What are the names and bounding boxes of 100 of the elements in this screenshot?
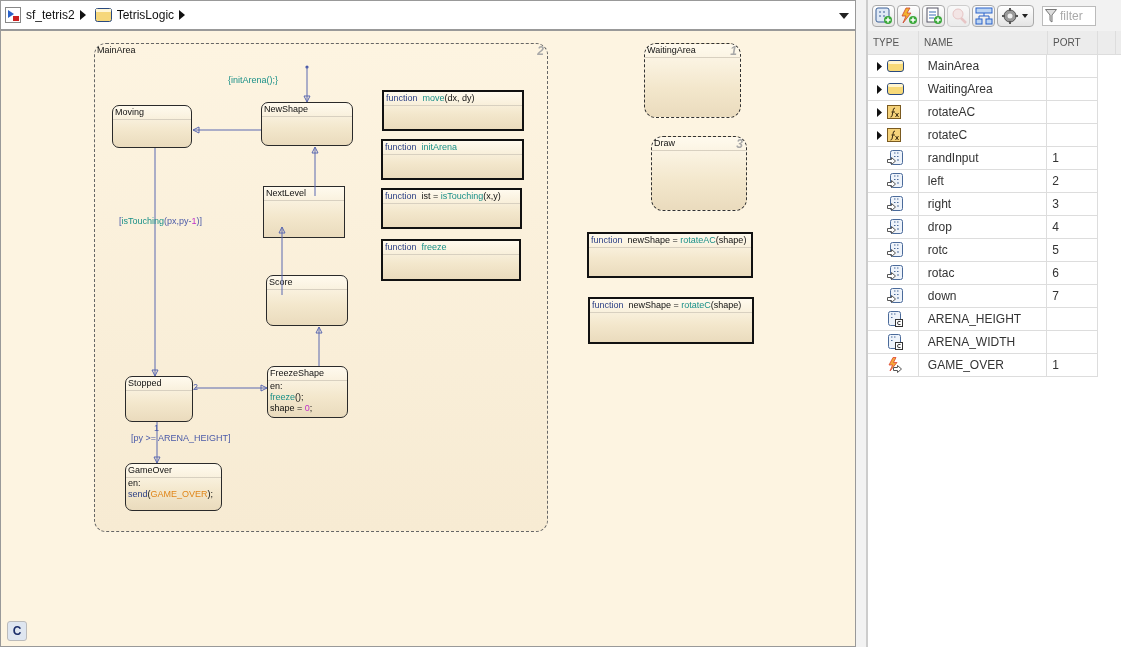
chart-icon [94,7,112,23]
zoom-icon [949,6,968,25]
constant-data-icon [887,311,903,327]
state-name: GameOver [128,465,172,475]
symbol-row[interactable]: MainArea [868,55,1098,78]
transition-arrow [192,126,262,134]
symbol-name: MainArea [927,59,980,73]
breadcrumb-link[interactable]: TetrisLogic [116,8,175,22]
symbol-row[interactable]: drop 4 [868,216,1098,239]
input-data-icon [887,242,903,258]
state-name: WaitingArea [647,45,696,55]
state-icon [887,83,904,95]
state-name: NextLevel [266,188,307,198]
function-icon [887,128,901,142]
symbol-row[interactable]: GAME_OVER 1 [868,354,1098,377]
chart-badge-button[interactable]: C [7,621,27,641]
symbol-row[interactable]: down 7 [868,285,1098,308]
symbol-name: left [927,174,944,188]
input-data-icon [887,173,903,189]
state-action: shape = 0; [269,403,314,414]
state-name: MainArea [97,45,136,55]
function-icon [887,105,901,119]
port-number: 5 [1052,243,1059,257]
settings-icon [1000,6,1031,25]
symbol-name: down [927,289,957,303]
filter-icon [1045,8,1057,23]
symbol-name: WaitingArea [927,82,993,96]
function-signature: function move(dx, dy) [386,93,475,103]
constant-data-icon [887,334,903,350]
state-icon [887,60,904,72]
transition-arrow [311,146,319,197]
add-message-icon [924,6,943,25]
toolbar-button[interactable] [922,4,945,27]
state-action: freeze(); [269,392,305,403]
dropdown-caret-icon[interactable] [839,13,849,19]
state-action: en: [269,381,284,392]
symbol-row[interactable]: left 2 [868,170,1098,193]
symbol-row[interactable]: WaitingArea [868,78,1098,101]
input-data-icon [887,150,903,166]
expand-arrow-icon[interactable] [877,84,882,94]
symbol-row[interactable]: right 3 [868,193,1098,216]
symbol-name: drop [927,220,952,234]
port-number: 2 [1052,174,1059,188]
expand-arrow-icon[interactable] [877,61,882,71]
toolbar-button[interactable] [897,4,920,27]
transition-arrow [315,326,323,367]
input-data-icon [887,265,903,281]
transition-label: [py >= ARENA_HEIGHT] [131,433,231,444]
toolbar-button[interactable] [972,4,995,27]
symbol-name: rotac [927,266,955,280]
port-number: 1 [1052,151,1059,165]
symbol-name: ARENA_HEIGHT [927,312,1022,326]
symbol-name: right [927,197,952,211]
function-signature: function ist = isTouching(x,y) [385,191,501,201]
port-number: 4 [1052,220,1059,234]
transition-order: 1 [154,423,159,434]
input-data-icon [887,219,903,235]
port-number: 7 [1052,289,1059,303]
caret-icon[interactable] [79,10,86,20]
breadcrumb-link[interactable]: sf_tetris2 [26,8,75,22]
state-name: FreezeShape [270,368,325,378]
state-name: Moving [115,107,144,117]
toolbar-button[interactable] [997,4,1034,27]
state-name: Score [269,277,293,287]
add-data-icon [874,6,893,25]
column-header[interactable]: TYPE [868,31,919,54]
column-header[interactable]: NAME [919,31,1048,54]
symbol-row[interactable]: ARENA_WIDTH [868,331,1098,354]
expand-arrow-icon[interactable] [877,107,882,117]
symbol-name: GAME_OVER [927,358,1004,372]
function-signature: function freeze [385,242,447,252]
symbol-row[interactable]: randInput 1 [868,147,1098,170]
state-action: en: [127,478,142,489]
port-number: 3 [1052,197,1059,211]
state-action: send(GAME_OVER); [127,489,215,500]
default-transition-arrow [303,65,311,103]
execution-order: 1 [730,44,737,58]
add-event-icon [899,6,918,25]
input-data-icon [887,196,903,212]
symbol-name: rotateAC [927,105,976,119]
expand-arrow-icon[interactable] [877,130,882,140]
symbol-row[interactable]: rotac 6 [868,262,1098,285]
symbol-row[interactable]: rotateAC [868,101,1098,124]
symbol-row[interactable]: rotateC [868,124,1098,147]
transition-label: {initArena();} [228,75,279,86]
input-data-icon [887,288,903,304]
state-name: Draw [654,138,675,148]
symbol-row[interactable]: rotc 5 [868,239,1098,262]
symbol-name: rotc [927,243,948,257]
symbol-name: rotateC [927,128,968,142]
column-header[interactable]: PORT [1048,31,1098,54]
function-signature: function newShape = rotateC(shape) [592,300,742,310]
state-name: NewShape [264,104,309,114]
filter-field[interactable]: filter [1042,5,1096,26]
model-icon [5,7,21,23]
execution-order: 3 [736,137,743,151]
symbol-row[interactable]: ARENA_HEIGHT [868,308,1098,331]
caret-icon[interactable] [179,10,186,20]
toolbar-button[interactable] [872,4,895,27]
function-signature: function newShape = rotateAC(shape) [591,235,747,245]
